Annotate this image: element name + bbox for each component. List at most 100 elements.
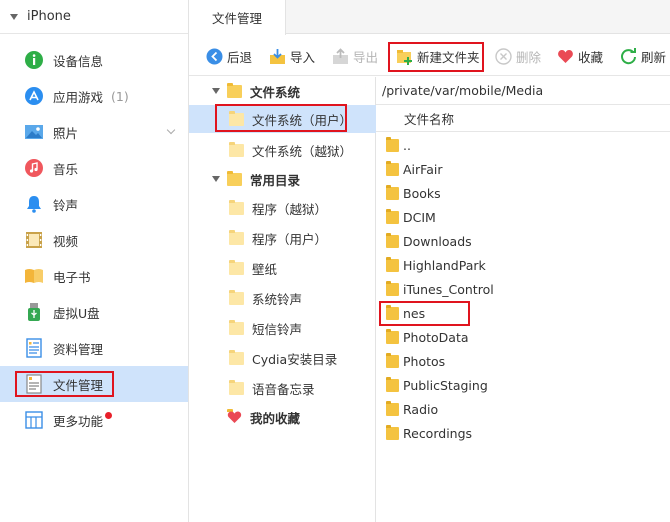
list-item[interactable]: PhotoData	[376, 325, 670, 349]
notification-dot	[105, 411, 113, 419]
tree-node-programs-user[interactable]: 程序（用户）	[189, 224, 376, 252]
caret-down-icon	[10, 13, 18, 20]
sidebar-nav: 设备信息 应用游戏 (1) 照片 音乐 铃声 视频 电子书 虚拟U盘 资料管理 …	[0, 42, 188, 438]
list-item[interactable]: ..	[376, 133, 670, 157]
folder-icon	[386, 376, 399, 392]
folder-icon	[386, 160, 399, 176]
new-folder-button[interactable]: 新建文件夹	[396, 45, 480, 67]
sidebar-item-more[interactable]: 更多功能	[0, 402, 188, 438]
tree-node-file-system-user[interactable]: 文件系统（用户）	[189, 105, 376, 133]
list-item[interactable]: DCIM	[376, 205, 670, 229]
import-button[interactable]: 导入	[269, 45, 315, 67]
tree-node-voice-memos[interactable]: 语音备忘录	[189, 374, 376, 402]
heart-icon	[557, 48, 574, 65]
refresh-button[interactable]: 刷新	[620, 45, 666, 67]
sidebar-item-label: 音乐	[53, 161, 79, 177]
delete-icon	[495, 47, 512, 65]
sidebar-item-label: 电子书	[53, 269, 91, 285]
list-item[interactable]: iTunes_Control	[376, 277, 670, 301]
folder-icon	[386, 352, 399, 368]
sidebar-item-label: 应用游戏	[53, 89, 104, 105]
folder-icon	[229, 379, 244, 395]
bell-icon	[24, 194, 44, 214]
sidebar-item-label: 文件管理	[53, 377, 104, 393]
list-item[interactable]: Photos	[376, 349, 670, 373]
export-icon	[332, 47, 349, 65]
sidebar-item-videos[interactable]: 视频	[0, 222, 188, 258]
device-name: iPhone	[27, 9, 71, 24]
list-item[interactable]: PublicStaging	[376, 373, 670, 397]
music-icon	[24, 158, 44, 178]
folder-icon	[229, 319, 244, 335]
heart-icon	[227, 408, 242, 424]
sidebar-item-label: 设备信息	[53, 53, 104, 69]
tree-node-sms-ringtones[interactable]: 短信铃声	[189, 314, 376, 342]
folder-icon	[229, 259, 244, 275]
sidebar: iPhone 设备信息 应用游戏 (1) 照片 音乐 铃声 视频 电子书 虚拟U…	[0, 0, 189, 522]
tree-node-cydia-directory[interactable]: Cydia安装目录	[189, 344, 376, 372]
folder-icon	[227, 82, 242, 98]
back-arrow-icon	[206, 48, 223, 65]
delete-button[interactable]: 删除	[495, 45, 541, 67]
path-bar[interactable]: /private/var/mobile/Media	[376, 77, 670, 105]
back-button[interactable]: 后退	[206, 45, 252, 67]
tree-node-system-ringtones[interactable]: 系统铃声	[189, 284, 376, 312]
sidebar-item-label: 铃声	[53, 197, 79, 213]
sidebar-item-device-info[interactable]: 设备信息	[0, 42, 188, 78]
column-header-name[interactable]: 文件名称	[376, 106, 670, 132]
import-icon	[269, 48, 286, 65]
sidebar-item-data-management[interactable]: 资料管理	[0, 330, 188, 366]
list-item[interactable]: nes	[376, 301, 670, 325]
caret-down-icon[interactable]	[212, 88, 220, 94]
tab-file-management[interactable]: 文件管理	[189, 0, 286, 35]
grid-apps-icon	[24, 410, 44, 430]
list-item[interactable]: Radio	[376, 397, 670, 421]
sidebar-item-label: 照片	[53, 125, 79, 141]
folder-tree: 文件系统 文件系统（用户） 文件系统（越狱） 常用目录 程序（越狱） 程序（用户…	[189, 77, 376, 522]
device-selector[interactable]: iPhone	[0, 0, 188, 34]
folder-icon	[229, 199, 244, 215]
sidebar-item-ringtones[interactable]: 铃声	[0, 186, 188, 222]
favorite-button[interactable]: 收藏	[557, 45, 603, 67]
list-item[interactable]: Downloads	[376, 229, 670, 253]
refresh-icon	[620, 47, 637, 65]
new-folder-icon	[396, 48, 413, 65]
sidebar-item-label: 更多功能	[53, 413, 104, 429]
book-icon	[24, 266, 44, 286]
sidebar-item-apps[interactable]: 应用游戏 (1)	[0, 78, 188, 114]
tree-node-common-directories[interactable]: 常用目录	[189, 165, 376, 193]
tree-node-wallpaper[interactable]: 壁纸	[189, 254, 376, 282]
folder-icon	[386, 184, 399, 200]
list-item[interactable]: HighlandPark	[376, 253, 670, 277]
tree-node-my-favorites[interactable]: 我的收藏	[189, 403, 376, 431]
list-item[interactable]: AirFair	[376, 157, 670, 181]
folder-icon	[386, 328, 399, 344]
tree-node-programs-jailbreak[interactable]: 程序（越狱）	[189, 194, 376, 222]
sidebar-item-music[interactable]: 音乐	[0, 150, 188, 186]
sidebar-item-photos[interactable]: 照片	[0, 114, 188, 150]
document-icon	[24, 338, 44, 358]
folder-icon	[386, 304, 399, 320]
folder-icon	[229, 289, 244, 305]
tab-bar: 文件管理	[189, 0, 670, 35]
export-button[interactable]: 导出	[332, 45, 378, 67]
sidebar-item-ebooks[interactable]: 电子书	[0, 258, 188, 294]
tree-node-file-system-jailbreak[interactable]: 文件系统（越狱）	[189, 136, 376, 164]
folder-icon	[386, 136, 399, 152]
tree-node-file-system[interactable]: 文件系统	[189, 77, 376, 105]
folder-icon	[386, 208, 399, 224]
chevron-down-icon[interactable]	[166, 125, 176, 135]
folder-icon	[229, 110, 244, 126]
sidebar-item-label: 虚拟U盘	[53, 305, 100, 321]
file-manager-icon	[24, 374, 44, 394]
caret-down-icon[interactable]	[212, 176, 220, 182]
sidebar-item-label: 资料管理	[53, 341, 104, 357]
sidebar-item-virtual-usb[interactable]: 虚拟U盘	[0, 294, 188, 330]
list-item[interactable]: Books	[376, 181, 670, 205]
folder-icon	[386, 232, 399, 248]
sidebar-item-label: 视频	[53, 233, 79, 249]
sidebar-item-file-management[interactable]: 文件管理	[0, 366, 188, 402]
list-item[interactable]: Recordings	[376, 421, 670, 445]
folder-icon	[386, 256, 399, 272]
folder-icon	[229, 349, 244, 365]
